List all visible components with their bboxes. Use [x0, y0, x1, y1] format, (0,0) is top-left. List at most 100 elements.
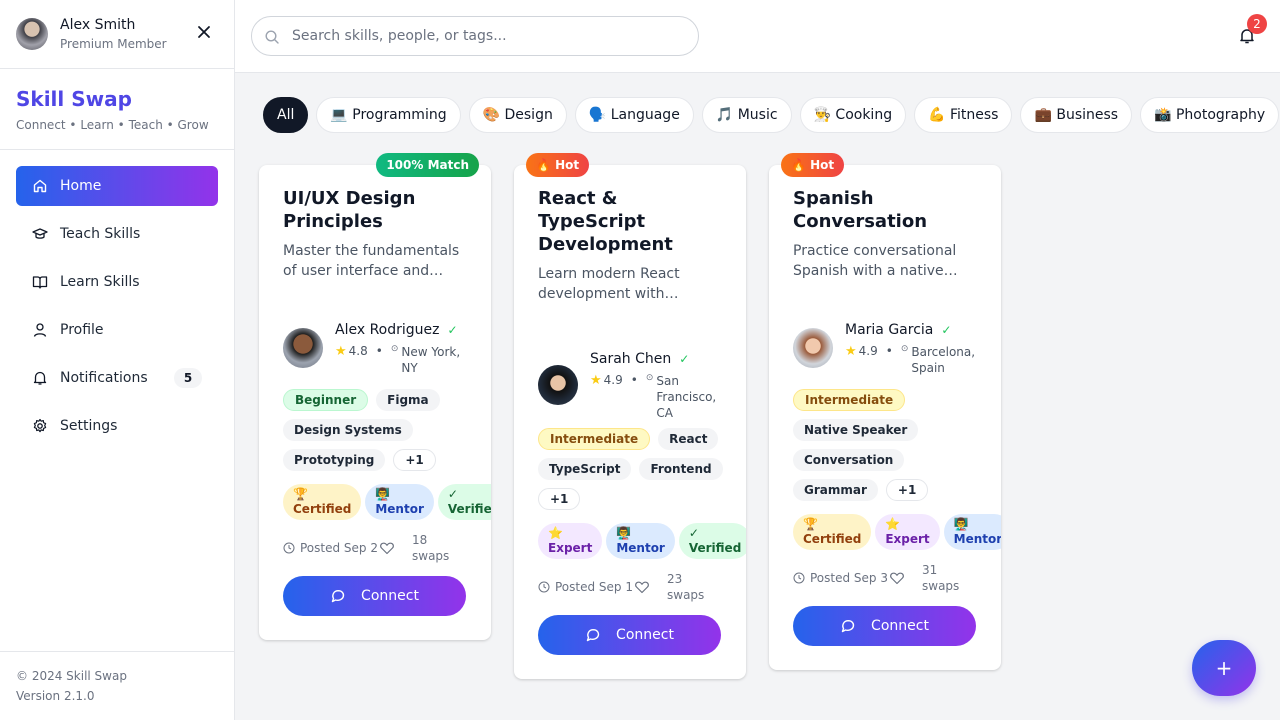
avatar[interactable]: [16, 18, 48, 50]
sidebar-item-label: Notifications: [60, 370, 148, 386]
brand-title[interactable]: Skill Swap: [16, 87, 218, 111]
achievements: ⭐ Expert 👨‍🏫 Mentor ✓ Verified: [538, 523, 746, 559]
more-tags-button[interactable]: +1: [393, 449, 436, 471]
star-icon: ★: [590, 373, 602, 388]
rating: 4.8: [348, 344, 368, 358]
achievement-badge: ✓Verified: [437, 484, 491, 520]
location-pin-icon: ⊙: [390, 344, 399, 354]
close-icon[interactable]: [196, 24, 212, 40]
skill-card[interactable]: 🔥 Hot Spanish Conversation Practice conv…: [769, 153, 1001, 670]
heart-icon[interactable]: [634, 579, 650, 595]
posted-date: Posted Sep 3: [810, 571, 888, 585]
filter-design[interactable]: 🎨 Design: [468, 97, 567, 133]
swap-count: 31 swaps: [922, 563, 960, 593]
chat-icon: [841, 620, 855, 633]
mentor-icon: 👨‍🏫: [375, 487, 391, 501]
add-skill-button[interactable]: +: [1192, 640, 1256, 696]
filter-photography[interactable]: 📸 Photography: [1140, 97, 1280, 133]
achievement-badge: 🏆 Certified: [793, 514, 872, 550]
trophy-icon: 🏆: [293, 487, 308, 501]
sidebar-nav: Home Teach Skills Learn Skills Profile N…: [0, 150, 234, 446]
clock-icon: [538, 581, 550, 593]
sidebar-item-label: Learn Skills: [60, 274, 140, 290]
more-tags-button[interactable]: +1: [538, 488, 581, 510]
skill-tag[interactable]: Figma: [376, 389, 440, 411]
chat-icon: [331, 590, 345, 603]
skill-tag[interactable]: Prototyping: [283, 449, 386, 471]
person-name: Sarah Chen: [590, 351, 672, 367]
heart-icon[interactable]: [889, 570, 905, 586]
sidebar: Alex Smith Premium Member Skill Swap Con…: [0, 0, 235, 720]
sidebar-item-learn-skills[interactable]: Learn Skills: [16, 262, 218, 302]
filter-business[interactable]: 💼 Business: [1020, 97, 1133, 133]
mentor-icon: 👨‍🏫: [616, 526, 632, 540]
home-icon: [33, 179, 47, 193]
sidebar-item-home[interactable]: Home: [16, 166, 218, 206]
skill-tag[interactable]: Frontend: [639, 458, 723, 480]
card-title[interactable]: UI/UX Design Principles: [283, 187, 473, 233]
chat-icon: [586, 629, 600, 642]
person-info[interactable]: Maria Garcia ✓ ★ 4.9 • ⊙ Barcelona, Spain: [793, 320, 981, 376]
person-info[interactable]: Sarah Chen ✓ ★ 4.9 • ⊙ San Francisco, CA: [538, 349, 718, 421]
version: Version 2.1.0: [16, 689, 95, 703]
sidebar-item-settings[interactable]: Settings: [16, 406, 218, 446]
skill-tags: Intermediate React TypeScript Frontend +…: [538, 428, 734, 518]
topbar: 2: [235, 0, 1280, 73]
posted-date: Posted Sep 2: [300, 541, 378, 555]
card-title[interactable]: Spanish Conversation: [793, 187, 983, 233]
filter-fitness[interactable]: 💪 Fitness: [914, 97, 1013, 133]
sidebar-item-label: Teach Skills: [60, 226, 141, 242]
filter-music[interactable]: 🎵 Music: [701, 97, 792, 133]
heart-icon[interactable]: [379, 540, 395, 556]
skill-tag[interactable]: React: [658, 428, 719, 450]
rating: 4.9: [603, 373, 623, 387]
search-input[interactable]: [292, 17, 682, 55]
skill-tag[interactable]: Grammar: [793, 479, 878, 501]
swap-count: 23 swaps: [667, 572, 705, 602]
sidebar-item-teach-skills[interactable]: Teach Skills: [16, 214, 218, 254]
brand-tagline: Connect • Learn • Teach • Grow: [16, 118, 209, 132]
filter-all[interactable]: All: [263, 97, 309, 133]
user-name: Alex Smith: [60, 17, 136, 33]
filter-cooking[interactable]: 👨‍🍳 Cooking: [799, 97, 907, 133]
skill-tag[interactable]: TypeScript: [538, 458, 632, 480]
avatar: [283, 328, 323, 368]
filter-language[interactable]: 🗣️ Language: [574, 97, 694, 133]
person-info[interactable]: Alex Rodriguez ✓ ★ 4.8 • ⊙ New York, NY: [283, 320, 463, 376]
level-tag: Beginner: [283, 389, 369, 411]
sidebar-item-profile[interactable]: Profile: [16, 310, 218, 350]
location: New York, NY: [401, 345, 461, 375]
connect-button[interactable]: Connect: [283, 576, 466, 616]
verified-check-icon: ✓: [447, 323, 458, 337]
achievements: 🏆Certified 👨‍🏫Mentor ✓Verified: [283, 484, 491, 520]
more-tags-button[interactable]: +1: [885, 479, 929, 501]
achievement-badge: 👨‍🏫 Mentor: [606, 523, 675, 559]
rating: 4.9: [858, 344, 878, 358]
search-icon: [265, 30, 279, 44]
location-pin-icon: ⊙: [900, 344, 909, 354]
verified-check-icon: ✓: [941, 323, 952, 337]
sidebar-item-label: Home: [60, 178, 102, 194]
skill-tag[interactable]: Conversation: [793, 449, 905, 471]
card-title[interactable]: React & TypeScript Development: [538, 187, 728, 256]
skill-tag[interactable]: Design Systems: [283, 419, 413, 441]
skill-tags: Beginner Figma Design Systems Prototypin…: [283, 389, 479, 479]
card-meta: Posted Sep 3 31 swaps: [793, 562, 993, 594]
connect-button[interactable]: Connect: [793, 606, 976, 646]
sidebar-footer: © 2024 Skill Swap Version 2.1.0: [0, 651, 234, 720]
verified-check-icon: ✓: [679, 352, 690, 366]
connect-button[interactable]: Connect: [538, 615, 721, 655]
connect-label: Connect: [871, 618, 929, 634]
connect-label: Connect: [361, 588, 419, 604]
card-meta: Posted Sep 1 23 swaps: [538, 571, 738, 603]
mentor-icon: 👨‍🏫: [953, 517, 969, 531]
star-icon: ★: [335, 344, 347, 359]
user-panel: Alex Smith Premium Member: [0, 0, 234, 69]
filter-programming[interactable]: 💻 Programming: [316, 97, 461, 133]
skill-tag[interactable]: Native Speaker: [793, 419, 919, 441]
sidebar-item-notifications[interactable]: Notifications 5: [16, 358, 218, 398]
star-icon: ⭐: [548, 526, 563, 540]
skill-card[interactable]: 100% Match UI/UX Design Principles Maste…: [259, 153, 491, 640]
skill-card[interactable]: 🔥 Hot React & TypeScript Development Lea…: [514, 153, 746, 679]
star-icon: ★: [845, 344, 857, 359]
